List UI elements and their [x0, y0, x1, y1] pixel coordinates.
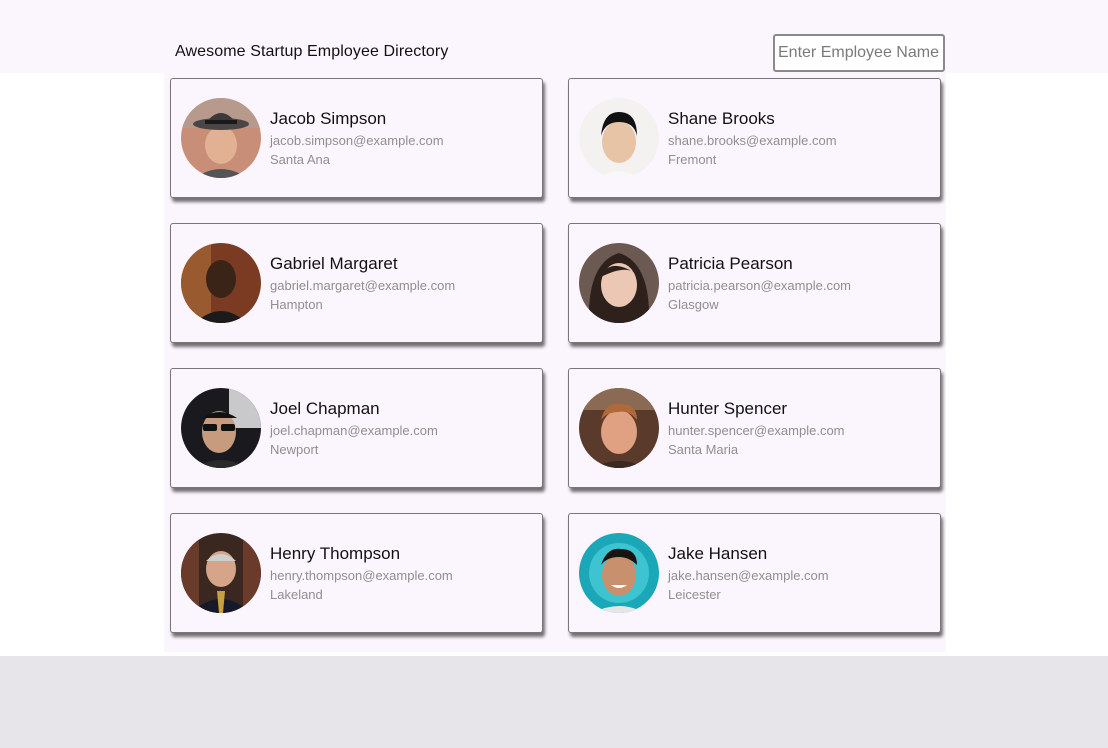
employee-card[interactable]: Jacob Simpson jacob.simpson@example.com …	[170, 78, 543, 198]
employee-card[interactable]: Patricia Pearson patricia.pearson@exampl…	[568, 223, 941, 343]
employee-card[interactable]: Hunter Spencer hunter.spencer@example.co…	[568, 368, 941, 488]
employee-photo	[181, 388, 261, 468]
employee-city: Glasgow	[668, 297, 719, 312]
employee-photo	[181, 243, 261, 323]
employee-photo	[579, 98, 659, 178]
employee-name: Gabriel Margaret	[270, 254, 398, 273]
page-title: Awesome Startup Employee Directory	[175, 43, 449, 60]
employee-card[interactable]: Henry Thompson henry.thompson@example.co…	[170, 513, 543, 633]
employee-name: Shane Brooks	[668, 109, 775, 128]
employee-card[interactable]: Gabriel Margaret gabriel.margaret@exampl…	[170, 223, 543, 343]
employee-name: Henry Thompson	[270, 544, 401, 563]
employee-email: gabriel.margaret@example.com	[270, 278, 456, 293]
employee-email: henry.thompson@example.com	[270, 568, 453, 583]
employee-card[interactable]: Jake Hansen jake.hansen@example.com Leic…	[568, 513, 941, 633]
employee-photo	[579, 243, 659, 323]
employee-email: patricia.pearson@example.com	[668, 278, 852, 293]
employee-city: Hampton	[270, 297, 323, 312]
employee-name: Hunter Spencer	[668, 399, 788, 418]
employee-email: joel.chapman@example.com	[270, 423, 438, 438]
employee-email: jake.hansen@example.com	[668, 568, 829, 583]
employee-name: Joel Chapman	[270, 399, 380, 418]
employee-card[interactable]: Joel Chapman joel.chapman@example.com Ne…	[170, 368, 543, 488]
employee-photo	[181, 533, 261, 613]
employee-name: Jacob Simpson	[270, 109, 387, 128]
employee-name: Patricia Pearson	[668, 254, 793, 273]
employee-email: jacob.simpson@example.com	[270, 133, 444, 148]
employee-city: Santa Maria	[668, 442, 739, 457]
employee-city: Leicester	[668, 587, 721, 602]
employee-city: Lakeland	[270, 587, 323, 602]
employee-name: Jake Hansen	[668, 544, 768, 563]
employee-city: Santa Ana	[270, 152, 330, 167]
employee-email: shane.brooks@example.com	[668, 133, 837, 148]
employee-email: hunter.spencer@example.com	[668, 423, 845, 438]
app-header: Awesome Startup Employee Directory	[0, 0, 1108, 73]
employee-city: Newport	[270, 442, 319, 457]
employee-photo	[579, 533, 659, 613]
employee-city: Fremont	[668, 152, 717, 167]
employee-photo	[181, 98, 261, 178]
employee-card[interactable]: Shane Brooks shane.brooks@example.com Fr…	[568, 78, 941, 198]
employee-search-input[interactable]	[773, 34, 945, 72]
employee-photo	[579, 388, 659, 468]
